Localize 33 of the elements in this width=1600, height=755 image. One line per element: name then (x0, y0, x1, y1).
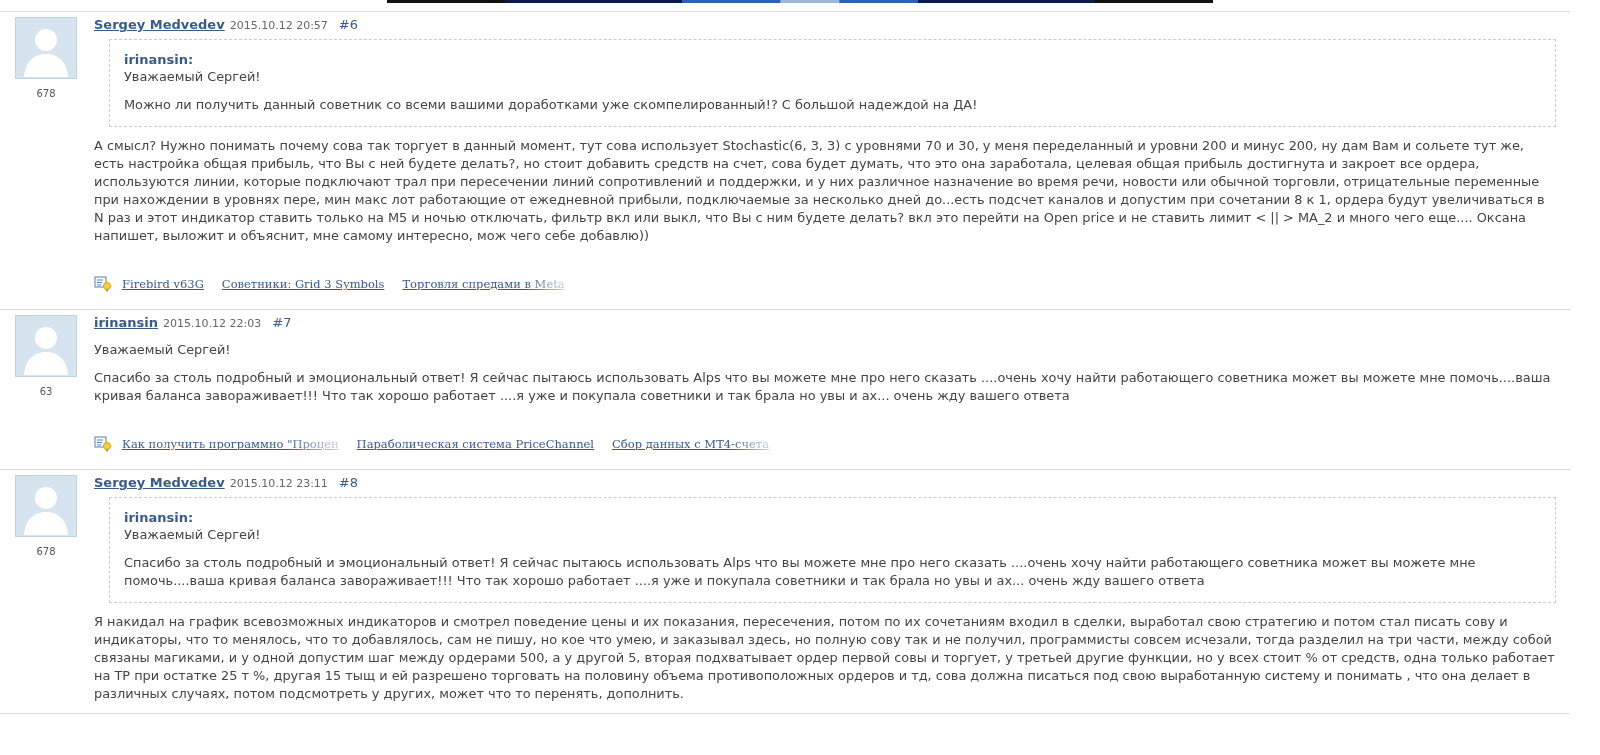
related-link[interactable]: Торговля спредами в Meta (402, 277, 565, 291)
post-number-link[interactable]: #8 (338, 475, 359, 490)
lightbulb-icon (94, 436, 112, 452)
user-rating: 678 (36, 546, 56, 557)
related-link[interactable]: Советники: Grid 3 Symbols (221, 277, 385, 291)
post-text: А смысл? Нужно понимать почему сова так торгует в данный момент, тут сова использует Stochastic(6, 3, 3) с уровнями 70 и 30, у меня переделанный и уровни 200 и минус 200, ну дам Вам и сольете тут же, есть настройка общая прибыль, что Вы с ней будете делать?, но стоит добавить средств на счет, сова будет думать, что это она заработала, целевая общая прибыль достигнута и закроет все ордера, используются линии, которые подключают трал при пересечении линий сопротивлений и поддержки, и у них различное назначение во время речи, новости или обычной торговли, отрицательные переменные при нахождении в уровнях пере, мин макс лот работающие от ежедневной прибыли, подключаемые за несколько дней до...есть подсчет каналов и допустим при сочетании 8 к 1, ордера будут увеличиваться в N раз и этот индикатор ставить только на М5 и ночью отключать, фильтр вкл или выкл, что Вы с ним будете делать? вкл это перейти на Open price и не ставить лимит < || > MA_2 и много чего еще.... Оксана напишет, выложит и объяснит, мне самому интересно, мож чего себе добавлю)) (94, 137, 1546, 245)
post-date: 2015.10.12 23:11 (229, 477, 328, 490)
quote-text: Спасибо за столь подробный и эмоциональный ответ! Я сейчас пытаюсь использовать Alps что вы можете мне про него сказать ....очень хочу найти работающего советника может вы можете мне помочь....ваша кривая баланса завораживает!!! Что так хорошо работает ....я уже и покупала советники и так брала но увы и ах... очень жду вашего ответа (124, 554, 1477, 590)
quote-author: irinansin: (124, 510, 194, 525)
author-link[interactable]: Sergey Medvedev (94, 475, 225, 490)
user-rating: 63 (39, 386, 53, 397)
related-link[interactable]: Firebird v63G (122, 277, 204, 291)
quote-text: Можно ли получить данный советник со всеми вашими доработками уже скомпелированный!? С большой надеждой на ДА! (124, 96, 978, 114)
avatar-icon (15, 315, 77, 377)
avatar-icon (15, 475, 77, 537)
author-link[interactable]: irinansin (94, 315, 159, 330)
post-number-link[interactable]: #6 (338, 17, 359, 32)
related-link[interactable]: Параболическая система PriceChannel (356, 437, 595, 451)
post-text: Я накидал на график всевозможных индикаторов и смотрел поведение цены и их показания, пересечения, потом по их сочетаниям входил в сделки, выработал свою стратегию и потом стал писать сову и индикаторы, что то менялось, что то добавлялось, сам не пишу, но кое что умею, и заказывал здесь, но полную сову так и не получил, программисты совсем исчезали, тогда разделил на три части, между собой связаны магиками, и у одной допустим шаг между ордерами 500, а у другой 5, вторая подхватывает ордер первой совы и торгует, у третьей другие функции, но у всех стоит % от средств, одна только работает на ТР при остатке 25 т %, другая 15 тыщ и ей разрешено торговать на половину объема противоположных ордеров и тд, сова должна писаться под свою выработанную систему и понимать , что она делает в различных случаях, потом подсмотреть у других, может что то перенять, дополнить. (94, 613, 1556, 703)
post-number-link[interactable]: #7 (272, 315, 292, 330)
lightbulb-icon (94, 276, 112, 292)
quote-author: irinansin: (124, 52, 194, 67)
post-text: Спасибо за столь подробный и эмоциональный ответ! Я сейчас пытаюсь использовать Alps что вы можете мне про него сказать ....очень хочу найти работающего советника может вы можете мне помочь....ваша кривая баланса завораживает!!! Что так хорошо работает ....я уже и покупала советники и так брала но увы и ах... очень жду вашего ответа (94, 369, 1552, 405)
author-link[interactable]: Sergey Medvedev (94, 17, 225, 32)
post-date: 2015.10.12 22:03 (163, 317, 262, 330)
avatar-icon (15, 17, 77, 79)
post-text: Уважаемый Сергей! (94, 341, 232, 359)
related-link[interactable]: Сбор данных с МТ4-счета (612, 437, 770, 451)
quote-text: Уважаемый Сергей! (124, 526, 261, 544)
quote-text: Уважаемый Сергей! (124, 68, 261, 86)
post-date: 2015.10.12 20:57 (229, 19, 328, 32)
related-link[interactable]: Как получить программно "Процен (122, 437, 339, 451)
user-rating: 678 (36, 88, 56, 99)
